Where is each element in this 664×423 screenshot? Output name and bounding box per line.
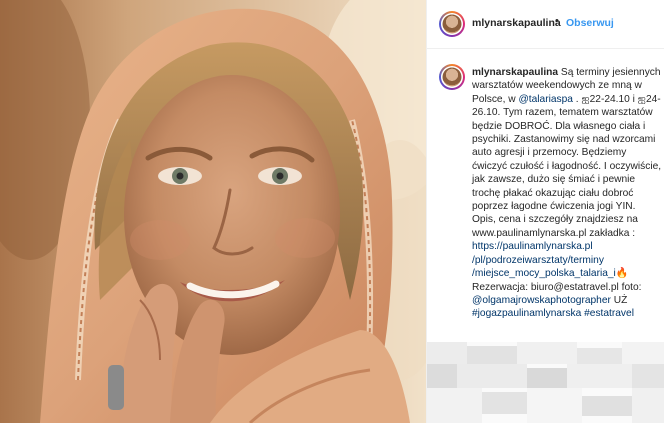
post-caption: mlynarskapaulina Są terminy jesiennych w…: [472, 66, 662, 321]
caption-link[interactable]: https://paulinamlynarska.pl /pl/podrozei…: [472, 241, 616, 279]
profile-avatar[interactable]: [439, 11, 465, 37]
caption-username[interactable]: mlynarskapaulina: [472, 67, 558, 78]
caption-text-4: UŻ: [610, 294, 628, 306]
post-side-panel: mlynarskapaulina • Obserwuj mlynarskapau…: [426, 0, 664, 423]
follow-button[interactable]: Obserwuj: [566, 17, 614, 29]
caption-mention-talariaspa[interactable]: @talariaspa: [518, 94, 573, 105]
separator-dot: •: [555, 15, 559, 27]
portrait-illustration: [0, 0, 426, 423]
instagram-post: mlynarskapaulina • Obserwuj mlynarskapau…: [0, 0, 664, 423]
pixelated-comments: [427, 342, 664, 423]
header-divider: [427, 48, 664, 49]
caption-avatar[interactable]: [439, 64, 465, 90]
caption-mention-photographer[interactable]: @olgamajrowskaphotographer: [472, 295, 611, 306]
post-photo[interactable]: [0, 0, 426, 423]
fire-emoji-icon: 🔥: [615, 268, 629, 280]
caption-text-2: . ஐ22-24.10 i ஐ24-26.10. Tym razem, tema…: [472, 93, 662, 239]
caption-text-3: Rezerwacja: biuro@estatravel.pl foto:: [472, 281, 642, 293]
caption-hashtags[interactable]: #jogazpaulinamlynarska #estatravel: [472, 308, 634, 319]
author-username[interactable]: mlynarskapaulina: [472, 17, 561, 29]
